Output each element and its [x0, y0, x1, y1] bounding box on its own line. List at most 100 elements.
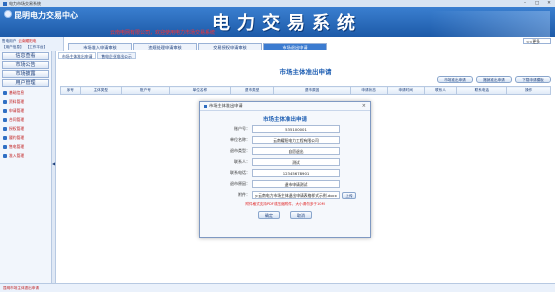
column-header[interactable]: 操作	[506, 86, 551, 95]
tab-exit-application[interactable]: 市场退出申请	[263, 43, 327, 50]
sidebar-item-contracts[interactable]: 合同管理	[0, 115, 51, 124]
dialog-buttons: 确定 取消	[200, 211, 370, 219]
user-name: 云南耀阳电	[18, 38, 37, 43]
contact-person-field[interactable]: 测试	[252, 158, 340, 166]
column-header[interactable]: 退市类型	[229, 86, 275, 95]
sidebar-item-applications[interactable]: 申请管理	[0, 106, 51, 115]
sidebar-item-label: 授权管理	[9, 125, 25, 131]
tab-authorization-review[interactable]: 交易授权申请审核	[198, 43, 262, 50]
more-dropdown[interactable]: <<更多	[523, 38, 551, 44]
field-label: 附件：	[238, 192, 250, 197]
sidebar-item-label: 资料管理	[9, 98, 25, 104]
download-template-button[interactable]: 下载申请模板	[515, 76, 551, 83]
sidebar-item-access[interactable]: 准入管理	[0, 151, 51, 160]
sidebar-item-basic-info[interactable]: 基础信息	[0, 88, 51, 97]
close-icon[interactable]: ×	[362, 103, 366, 109]
form-row-contact: 联系人： 测试	[200, 157, 370, 167]
account-field[interactable]: 535100001	[252, 125, 340, 133]
attachment-field[interactable]: y:云南电力市场主体退出申请表格样式示例.docx	[252, 191, 340, 199]
workbench-link[interactable]: 【工作平台】	[26, 45, 48, 50]
sidebar-item-authorization[interactable]: 授权管理	[0, 124, 51, 133]
sidebar-item-documents[interactable]: 资料管理	[0, 97, 51, 106]
company-name-field[interactable]: 云南耀阳电力工程有限公司	[252, 136, 340, 144]
company-name: 昆明电力交易中心	[14, 10, 78, 20]
sidebar-item-performance[interactable]: 履约管理	[0, 133, 51, 142]
dialog-header-title: 市场主体准出申请	[209, 103, 243, 108]
folder-icon	[3, 117, 7, 122]
sidebar: 信息查看 市场公告 市场披露 用户管理 基础信息 资料管理 申请管理 合同管理 …	[0, 51, 52, 283]
status-bar: 昆明市场主体退出申请	[0, 283, 555, 292]
column-header[interactable]: 申请状态	[349, 86, 388, 95]
cancel-button[interactable]: 取消	[290, 211, 312, 219]
field-label: 单位名称：	[230, 137, 250, 142]
column-header[interactable]: 账户号	[120, 86, 170, 95]
minimize-button[interactable]: –	[519, 1, 531, 6]
column-header[interactable]: 联系人	[423, 86, 458, 95]
tab-access-review[interactable]: 市场准入申请审核	[68, 43, 132, 50]
subtab-exit-publicity[interactable]: 售电企业准出公示	[97, 52, 136, 59]
column-header[interactable]: 退市原因	[273, 86, 351, 95]
folder-icon	[3, 135, 7, 140]
sidebar-group-announcement[interactable]: 市场公告	[2, 61, 49, 69]
sidebar-item-label: 准入管理	[9, 152, 25, 158]
folder-icon	[3, 126, 7, 131]
sidebar-item-label: 基础信息	[9, 89, 25, 95]
subtab-exit-application[interactable]: 市场主体准出申请	[58, 52, 97, 59]
column-header[interactable]: 序号	[60, 86, 81, 95]
form-row-phone: 联系电话： 12345678901	[200, 168, 370, 178]
field-label: 账户号：	[234, 126, 250, 131]
folder-icon	[3, 90, 7, 95]
form-row-exit-type: 退市类型： 自愿退出	[200, 146, 370, 156]
sidebar-item-label: 履约管理	[9, 134, 25, 140]
folder-icon	[3, 108, 7, 113]
page-title: 市场主体准出申请	[279, 68, 332, 76]
attachment-hint: 附件格式支持PDF或压缩附件，大小请勿多于10M	[245, 202, 325, 206]
column-header[interactable]: 主体类型	[79, 86, 122, 95]
company-logo	[4, 10, 12, 18]
exit-application-dialog: 市场主体准出申请 × 市场主体准出申请 账户号： 535100001 单位名称：…	[199, 101, 371, 238]
table-header-row: 序号 主体类型 账户号 单位名称 退市类型 退市原因 申请状态 申请时间 联系人…	[60, 86, 551, 95]
user-role-label: 售电用户	[2, 38, 17, 43]
user-panel: 售电用户 云南耀阳电 【用户信息】 【工作平台】	[0, 37, 64, 51]
app-icon	[3, 1, 7, 6]
field-label: 联系电话：	[230, 170, 250, 175]
banner-decoration	[430, 11, 550, 37]
form-row-company: 单位名称： 云南耀阳电力工程有限公司	[200, 135, 370, 145]
column-header[interactable]: 单位名称	[168, 86, 231, 95]
sidebar-collapse-handle[interactable]: ◀	[52, 51, 56, 283]
column-header[interactable]: 申请时间	[386, 86, 425, 95]
form-row-attachment: 附件： y:云南电力市场主体退出申请表格样式示例.docx 上传	[200, 190, 370, 200]
sidebar-group-info[interactable]: 信息查看	[2, 52, 49, 60]
status-text: 昆明市场主体退出申请	[3, 286, 39, 290]
sub-tabs: 市场主体准出申请 售电企业准出公示	[58, 52, 137, 59]
sidebar-item-label: 售电管理	[9, 143, 25, 149]
sidebar-group-disclosure[interactable]: 市场披露	[2, 70, 49, 78]
folder-icon	[3, 99, 7, 104]
window-title: 电力市场交易系统	[9, 0, 41, 6]
form-row-account: 账户号： 535100001	[200, 124, 370, 134]
confirm-button[interactable]: 确定	[258, 211, 280, 219]
sidebar-group-user-management[interactable]: 用户管理	[2, 79, 49, 87]
exit-reason-field[interactable]: 退市申请测试	[252, 180, 340, 188]
dialog-title: 市场主体准出申请	[262, 117, 307, 123]
close-window-button[interactable]: ✕	[543, 1, 555, 6]
apply-exit-button[interactable]: 市场准出申请	[437, 76, 473, 83]
top-navigation: 市场准入申请审核 违规处理申请审核 交易授权申请审核 市场退出申请 <<更多	[64, 37, 555, 51]
dialog-icon	[204, 104, 207, 108]
form-row-reason: 退市原因： 退市申请测试	[200, 179, 370, 189]
system-title: 电力交易系统	[212, 13, 362, 34]
maximize-button[interactable]: □	[531, 1, 543, 6]
user-info-link[interactable]: 【用户信息】	[2, 45, 24, 50]
column-header[interactable]: 联系电话	[456, 86, 508, 95]
dialog-header: 市场主体准出申请 ×	[200, 102, 370, 111]
title-bar: 电力市场交易系统 – □ ✕	[0, 0, 555, 7]
phone-field[interactable]: 12345678901	[252, 169, 340, 177]
field-label: 退市原因：	[230, 181, 250, 186]
applications-table: 序号 主体类型 账户号 单位名称 退市类型 退市原因 申请状态 申请时间 联系人…	[60, 86, 551, 95]
cancel-exit-button[interactable]: 撤销准出申请	[476, 76, 512, 83]
upload-button[interactable]: 上传	[342, 191, 356, 199]
tab-violation-review[interactable]: 违规处理申请审核	[133, 43, 197, 50]
exit-type-select[interactable]: 自愿退出	[252, 147, 340, 155]
action-toolbar: 市场准出申请 撤销准出申请 下载申请模板	[437, 76, 551, 83]
sidebar-item-retail[interactable]: 售电管理	[0, 142, 51, 151]
